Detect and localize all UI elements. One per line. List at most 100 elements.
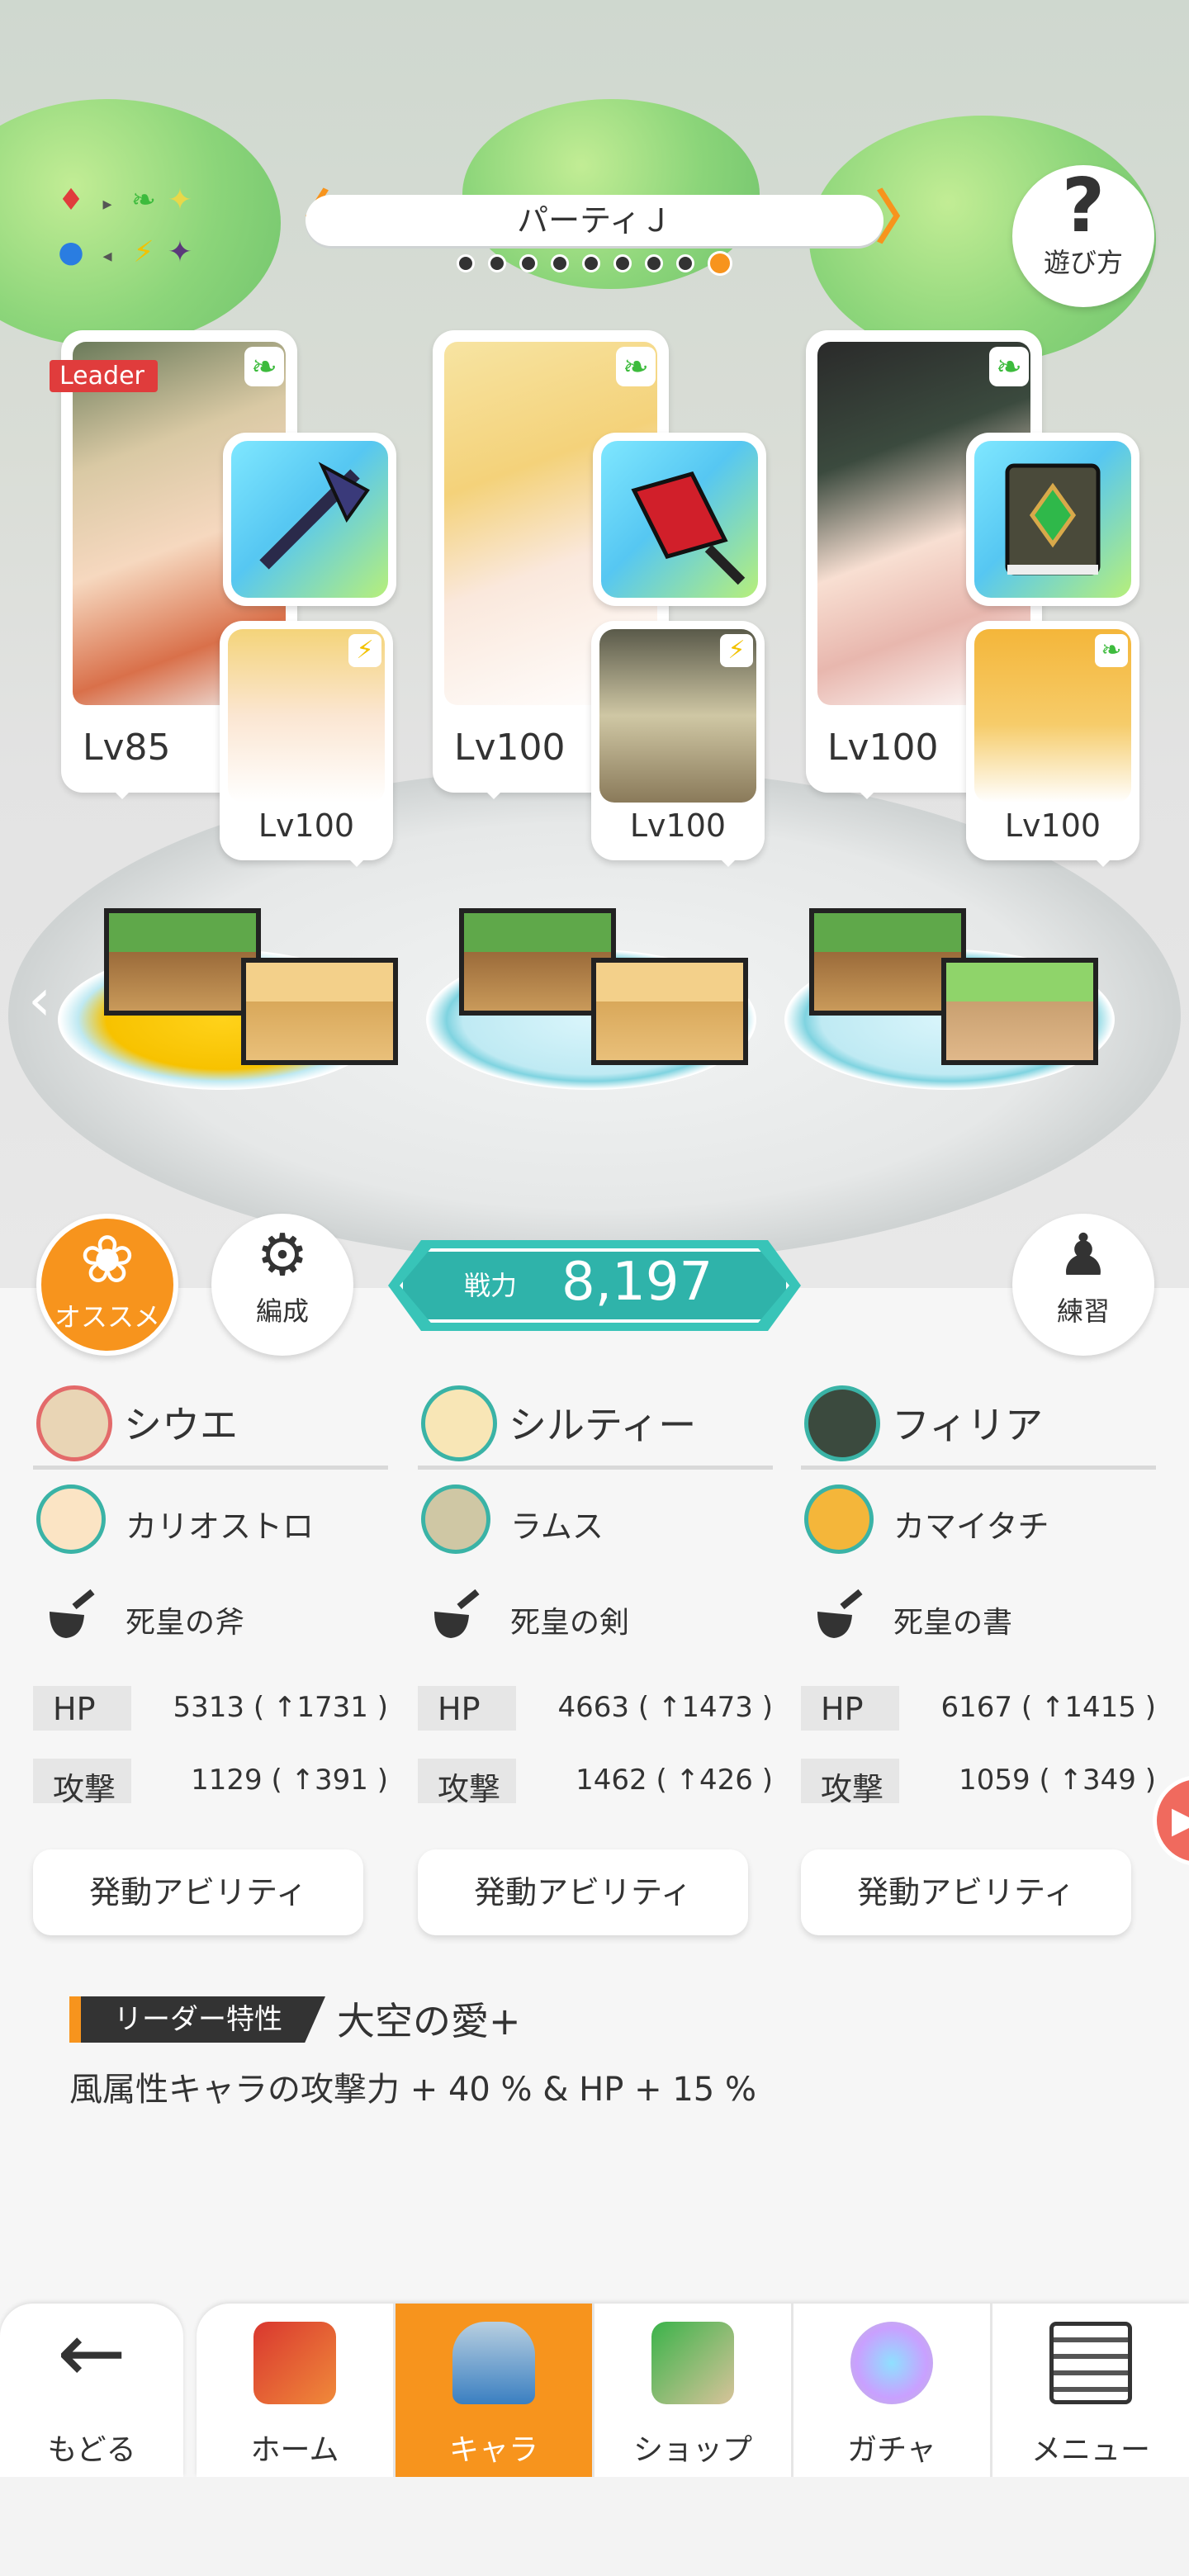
attack-value: 1129 ( ↑391 ) (191, 1764, 388, 1797)
member-name: シウエ (124, 1403, 238, 1447)
nav-label: ショップ (632, 2433, 752, 2467)
element-chart-icon[interactable]: ♦ ▸ ❧ ✦ ● ◂ ⚡ ✦ (53, 177, 218, 284)
sub-member-name: ラムス (510, 1508, 604, 1545)
nav-footer-bar (0, 2477, 1189, 2576)
hp-label: HP (821, 1691, 864, 1727)
nav-label: ガチャ (847, 2433, 936, 2467)
nav-item-shop[interactable]: ショップ (594, 2304, 793, 2477)
nav-item-gacha[interactable]: ガチャ (793, 2304, 992, 2477)
leader-trait-name: 大空の愛+ (337, 1999, 521, 2043)
power-label: 戦力 (464, 1270, 518, 1301)
recommend-button[interactable]: ❀ オススメ (36, 1214, 178, 1356)
how-to-play-label: 遊び方 (1043, 247, 1123, 278)
back-label: もどる (47, 2433, 136, 2467)
leader-trait-tag: リーダー特性 (69, 1996, 325, 2043)
person-gear-icon: ⚙ (256, 1221, 309, 1289)
thunder-element-icon: ⚡ (348, 634, 381, 667)
dark-icon: ✦ (167, 235, 193, 269)
page-dot[interactable] (457, 254, 475, 272)
page-dot[interactable] (613, 254, 632, 272)
bottom-nav: ← もどる ホーム キャラ ショップ ガチャ メニュー (0, 2304, 1189, 2576)
leader-badge: Leader (50, 360, 158, 392)
member-name-row[interactable]: フィリア (801, 1379, 1156, 1470)
sub-member-slot-2[interactable]: ⚡ Lv100 (591, 621, 765, 867)
member-name-row[interactable]: シルティー (418, 1379, 773, 1470)
hp-value: 6167 ( ↑1415 ) (940, 1691, 1157, 1724)
page-dot[interactable] (551, 254, 569, 272)
member-column-3: フィリア カマイタチ 死皇の書 HP 6167 ( ↑1415 ) 攻撃 105… (801, 1379, 1156, 1935)
wind-element-icon: ❧ (244, 347, 284, 386)
hp-label: HP (438, 1691, 481, 1727)
practice-button[interactable]: ♟ 練習 (1012, 1214, 1154, 1356)
formation-button[interactable]: ⚙ 編成 (211, 1214, 353, 1356)
practice-label: 練習 (1056, 1295, 1110, 1327)
wind-element-icon: ❧ (989, 347, 1029, 386)
nav-label: キャラ (448, 2433, 538, 2467)
wind-element-icon: ❧ (616, 347, 656, 386)
page-dot[interactable] (676, 254, 694, 272)
ability-button[interactable]: 発動アビリティ (33, 1849, 363, 1935)
weapon-slot-1[interactable] (223, 433, 396, 606)
member-name-row[interactable]: シウエ (33, 1379, 388, 1470)
avatar (421, 1485, 490, 1554)
page-dot[interactable] (582, 254, 600, 272)
ability-button[interactable]: 発動アビリティ (801, 1849, 1131, 1935)
nav-label: メニュー (1030, 2433, 1150, 2467)
weapon-slot-2[interactable] (593, 433, 766, 606)
member-level: Lv85 (83, 727, 171, 769)
ability-button[interactable]: 発動アビリティ (418, 1849, 748, 1935)
sub-member-row[interactable]: カリオストロ (33, 1470, 388, 1569)
party-page-dots (421, 251, 768, 279)
party-title[interactable]: パーティＪ (306, 195, 883, 246)
party-scene: ♦ ▸ ❧ ✦ ● ◂ ⚡ ✦ 〈 パーティＪ 〉 ? 遊び方 Leader ❧ Lv85 (0, 0, 1189, 1288)
scroll-left-icon[interactable]: ‹ (28, 966, 51, 1034)
equipment-row[interactable]: 死皇の斧 (33, 1569, 388, 1661)
shop-icon (651, 2322, 734, 2404)
sub-member-level: Lv100 (629, 807, 727, 844)
sub-member-row[interactable]: カマイタチ (801, 1470, 1156, 1569)
power-value: 8,197 (561, 1252, 713, 1313)
training-dummy-icon: ♟ (1057, 1221, 1110, 1289)
attack-stat: 攻撃 1129 ( ↑391 ) (33, 1759, 388, 1807)
water-icon: ● (58, 235, 84, 269)
fire-icon: ♦ (57, 183, 85, 217)
hp-value: 5313 ( ↑1731 ) (173, 1691, 389, 1724)
leader-trait-description: 風属性キャラの攻撃力 + 40 % & HP + 15 % (69, 2071, 756, 2109)
formation-label: 編成 (255, 1295, 309, 1327)
nav-item-character[interactable]: キャラ (396, 2304, 594, 2477)
equipment-row[interactable]: 死皇の書 (801, 1569, 1156, 1661)
sub-member-slot-1[interactable]: ⚡ Lv100 (220, 621, 393, 867)
attack-label: 攻撃 (53, 1771, 116, 1807)
home-icon (253, 2322, 336, 2404)
weapon-slot-3[interactable] (966, 433, 1139, 606)
hp-label: HP (53, 1691, 96, 1727)
how-to-play-button[interactable]: ? 遊び方 (1012, 165, 1154, 307)
member-name: シルティー (509, 1403, 697, 1447)
page-dot[interactable] (488, 254, 506, 272)
page-dot-active[interactable] (708, 251, 732, 276)
arrow-right-icon: ▸ (102, 194, 112, 215)
sub-member-slot-3[interactable]: ❧ Lv100 (966, 621, 1139, 867)
nav-item-home[interactable]: ホーム (197, 2304, 396, 2477)
next-party-button[interactable]: 〉 (875, 189, 933, 249)
pixel-block-sub (241, 958, 398, 1065)
equipment-row[interactable]: 死皇の剣 (418, 1569, 773, 1661)
back-button[interactable]: ← もどる (0, 2304, 183, 2477)
question-icon: ? (1061, 163, 1106, 249)
attack-label: 攻撃 (821, 1771, 884, 1807)
sub-member-row[interactable]: ラムス (418, 1470, 773, 1569)
attack-value: 1462 ( ↑426 ) (576, 1764, 773, 1797)
sub-member-name: カリオストロ (126, 1508, 315, 1545)
party-power: 戦力 8,197 (388, 1240, 801, 1331)
pixel-block-sub (941, 958, 1098, 1065)
member-level: Lv100 (454, 727, 566, 769)
book-icon (974, 441, 1131, 598)
page-dot[interactable] (519, 254, 538, 272)
page-dot[interactable] (645, 254, 663, 272)
light-icon: ✦ (167, 183, 193, 217)
attack-stat: 攻撃 1059 ( ↑349 ) (801, 1759, 1156, 1807)
attack-value: 1059 ( ↑349 ) (959, 1764, 1156, 1797)
video-record-icon[interactable]: ▶ (1153, 1775, 1189, 1866)
nav-item-menu[interactable]: メニュー (992, 2304, 1189, 2477)
sub-member-name: カマイタチ (893, 1508, 1049, 1545)
